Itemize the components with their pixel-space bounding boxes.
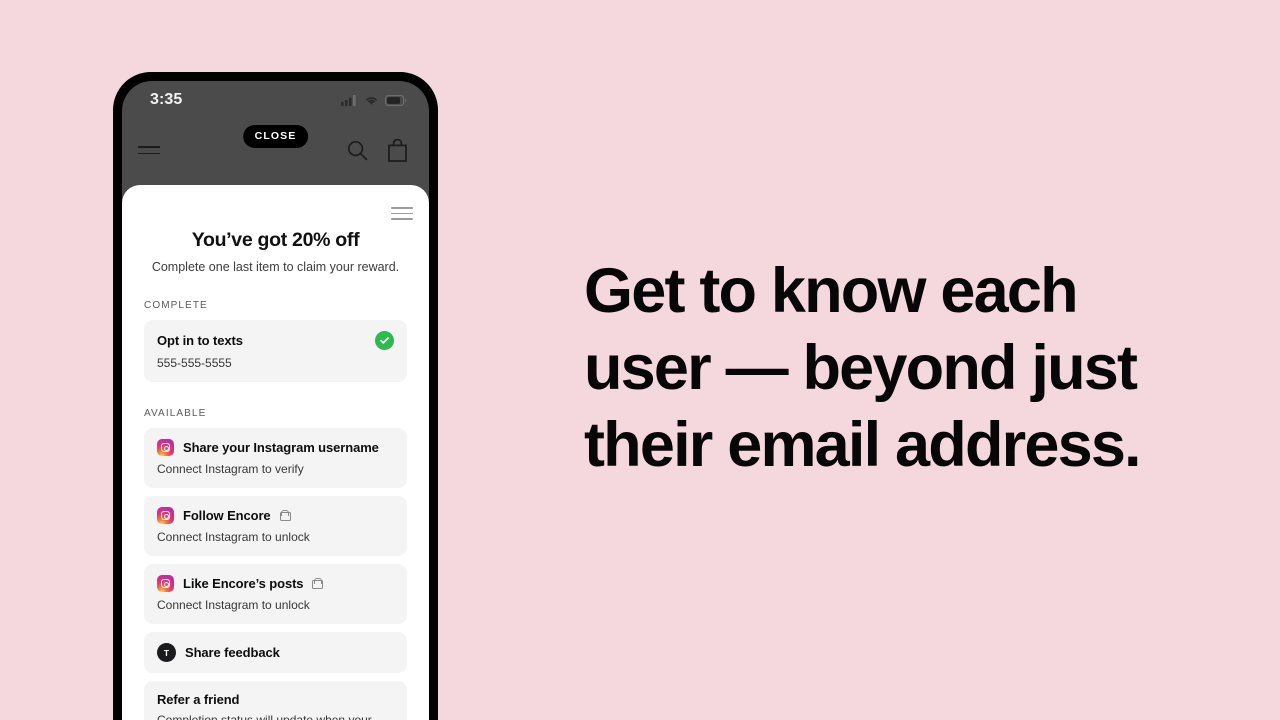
page-subtitle: Complete one last item to claim your rew…	[151, 260, 400, 274]
cellular-signal-icon	[341, 94, 356, 106]
task-row: Like Encore’s posts	[157, 575, 394, 592]
shopping-bag-icon[interactable]	[388, 138, 407, 162]
page-title: You’ve got 20% off	[191, 229, 360, 251]
instagram-icon	[157, 439, 174, 456]
lock-icon	[279, 510, 291, 521]
typeform-t-icon: T	[157, 643, 176, 662]
lock-icon	[312, 578, 324, 589]
task-subtitle: Connect Instagram to unlock	[157, 530, 310, 544]
status-bar: 3:35	[122, 81, 429, 119]
task-card-follow-encore[interactable]: Follow Encore Connect Instagram to unloc…	[144, 496, 407, 556]
task-row: Opt in to texts	[157, 331, 394, 350]
task-card-like-encore-posts[interactable]: Like Encore’s posts Connect Instagram to…	[144, 564, 407, 624]
task-row: Refer a friend	[157, 692, 394, 707]
task-title: Like Encore’s posts	[183, 576, 304, 591]
task-subtitle: Connect Instagram to verify	[157, 462, 304, 476]
instagram-icon	[157, 575, 174, 592]
status-bar-icons	[341, 94, 407, 106]
task-card-share-feedback[interactable]: T Share feedback	[144, 632, 407, 673]
check-circle-icon	[375, 331, 394, 350]
task-title: Share your Instagram username	[183, 440, 379, 455]
headline-text: Get to know each user — beyond just thei…	[584, 256, 1142, 480]
task-subtitle: 555-555-5555	[157, 356, 232, 370]
hamburger-menu-icon[interactable]	[391, 207, 413, 220]
task-title: Follow Encore	[183, 508, 271, 523]
task-title: Refer a friend	[157, 692, 240, 707]
site-nav-actions	[347, 138, 407, 162]
task-title: Share feedback	[185, 645, 280, 660]
task-row: Follow Encore	[157, 507, 394, 524]
task-card-opt-in-to-texts[interactable]: Opt in to texts 555-555-5555	[144, 320, 407, 382]
section-label-complete: COMPLETE	[144, 300, 208, 311]
close-button[interactable]: CLOSE	[242, 125, 309, 148]
hamburger-menu-icon[interactable]	[138, 142, 160, 159]
task-row: Share your Instagram username	[157, 439, 394, 456]
task-row: T Share feedback	[157, 643, 394, 662]
reward-sheet: You’ve got 20% off Complete one last ite…	[122, 185, 429, 720]
instagram-icon	[157, 507, 174, 524]
section-label-available: AVAILABLE	[144, 408, 207, 419]
battery-icon	[385, 94, 407, 106]
task-card-share-instagram-username[interactable]: Share your Instagram username Connect In…	[144, 428, 407, 488]
phone-mockup: 3:35 CLOSE You’ve got 20% off Complete o…	[113, 72, 438, 720]
task-subtitle: Completion status will update when your …	[157, 713, 372, 720]
task-subtitle: Connect Instagram to unlock	[157, 598, 310, 612]
status-bar-time: 3:35	[150, 91, 183, 108]
task-title: Opt in to texts	[157, 333, 243, 348]
task-card-refer-a-friend[interactable]: Refer a friend Completion status will up…	[144, 681, 407, 720]
search-icon[interactable]	[347, 140, 368, 161]
phone-screen: 3:35 CLOSE You’ve got 20% off Complete o…	[122, 81, 429, 720]
sheet-header: You’ve got 20% off Complete one last ite…	[131, 185, 420, 274]
wifi-icon	[366, 96, 377, 105]
headline: Get to know each user — beyond just thei…	[584, 253, 1204, 484]
